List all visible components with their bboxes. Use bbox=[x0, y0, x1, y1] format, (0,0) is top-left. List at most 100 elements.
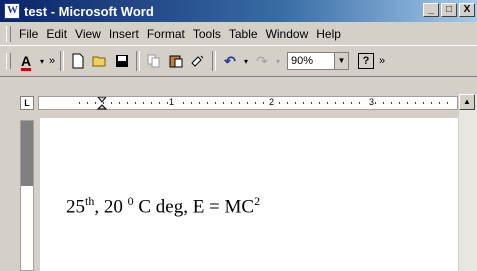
word-app-icon[interactable] bbox=[4, 3, 20, 19]
undo-button[interactable]: ↶ bbox=[219, 50, 241, 72]
ruler-row: L 1 2 3 bbox=[0, 94, 477, 114]
window-title: test - Microsoft Word bbox=[24, 3, 154, 19]
ruler-tick bbox=[95, 102, 96, 104]
save-button[interactable] bbox=[111, 50, 133, 72]
copy-button[interactable] bbox=[143, 50, 165, 72]
ruler-tick bbox=[223, 102, 224, 104]
redo-button[interactable]: ↷ bbox=[251, 50, 273, 72]
vertical-ruler[interactable] bbox=[20, 120, 34, 271]
redo-icon: ↷ bbox=[256, 52, 268, 69]
paste-icon bbox=[169, 55, 183, 68]
ruler-tick bbox=[423, 102, 424, 104]
ruler-tick bbox=[447, 102, 448, 104]
ruler-tick bbox=[343, 102, 344, 104]
ruler-tick bbox=[151, 102, 152, 104]
indent-marker-icon[interactable] bbox=[97, 97, 107, 111]
text-middle: , 20 bbox=[94, 196, 128, 218]
font-color-dropdown[interactable]: ▾ bbox=[37, 50, 47, 72]
open-button[interactable] bbox=[89, 50, 111, 72]
zoom-value: 90% bbox=[291, 55, 314, 67]
format-painter-icon bbox=[191, 55, 204, 67]
menu-edit[interactable]: Edit bbox=[42, 27, 71, 41]
zoom-dropdown-arrow[interactable]: ▼ bbox=[334, 53, 348, 69]
menu-grip[interactable] bbox=[6, 26, 11, 42]
undo-dropdown[interactable]: ▾ bbox=[241, 50, 251, 72]
font-color-button[interactable]: A bbox=[15, 50, 37, 72]
ruler-tick bbox=[143, 102, 144, 104]
horizontal-ruler[interactable]: 1 2 3 bbox=[38, 96, 458, 110]
paste-button[interactable] bbox=[165, 50, 187, 72]
minimize-button[interactable]: _ bbox=[423, 3, 439, 17]
ruler-tick bbox=[79, 102, 80, 104]
menu-table[interactable]: Table bbox=[225, 27, 262, 41]
redo-dropdown[interactable]: ▾ bbox=[273, 50, 283, 72]
maximize-button[interactable]: □ bbox=[441, 3, 457, 17]
ruler-tick bbox=[255, 102, 256, 104]
ruler-tick bbox=[127, 102, 128, 104]
ruler-tick bbox=[159, 102, 160, 104]
menu-tools[interactable]: Tools bbox=[189, 27, 225, 41]
ruler-tick bbox=[327, 102, 328, 104]
ruler-tick bbox=[199, 102, 200, 104]
ruler-tick bbox=[239, 102, 240, 104]
menu-insert[interactable]: Insert bbox=[105, 27, 143, 41]
ruler-tick bbox=[351, 102, 352, 104]
ruler-tick bbox=[319, 102, 320, 104]
ruler-tick bbox=[87, 102, 88, 104]
ruler-tick bbox=[383, 102, 384, 104]
menu-view[interactable]: View bbox=[71, 27, 105, 41]
ruler-tick bbox=[391, 102, 392, 104]
vertical-ruler-margin bbox=[21, 121, 33, 186]
superscript-th: th bbox=[85, 194, 95, 208]
undo-icon: ↶ bbox=[224, 52, 236, 69]
toolbar-more-left[interactable]: » bbox=[47, 50, 57, 72]
ruler-tick bbox=[215, 102, 216, 104]
help-icon: ? bbox=[358, 53, 374, 69]
new-document-icon bbox=[72, 53, 84, 69]
ruler-tick bbox=[279, 102, 280, 104]
ruler-tick bbox=[311, 102, 312, 104]
zoom-combobox[interactable]: 90% ▼ bbox=[287, 52, 349, 70]
new-document-button[interactable] bbox=[67, 50, 89, 72]
document-page[interactable]: 25th, 20 0 C deg, E = MC2 bbox=[40, 118, 458, 271]
toolbar-more-right[interactable]: » bbox=[377, 50, 387, 72]
format-painter-button[interactable] bbox=[187, 50, 209, 72]
ruler-number: 2 bbox=[269, 97, 275, 107]
ruler-tick bbox=[119, 102, 120, 104]
ruler-tick bbox=[231, 102, 232, 104]
ruler-tick bbox=[303, 102, 304, 104]
ruler-tick bbox=[167, 102, 168, 104]
ruler-tick bbox=[111, 102, 112, 104]
document-text[interactable]: 25th, 20 0 C deg, E = MC2 bbox=[66, 194, 260, 218]
ruler-tick bbox=[207, 102, 208, 104]
ruler-tick bbox=[359, 102, 360, 104]
ruler-tick bbox=[263, 102, 264, 104]
ruler-tick bbox=[375, 102, 376, 104]
menu-file[interactable]: File bbox=[15, 27, 42, 41]
help-button[interactable]: ? bbox=[355, 50, 377, 72]
text-equation: C deg, E = MC bbox=[133, 196, 255, 218]
font-color-icon: A bbox=[20, 53, 32, 69]
close-button[interactable]: X bbox=[459, 3, 475, 17]
scroll-up-button[interactable]: ▲ bbox=[459, 94, 475, 110]
toolbar-separator bbox=[212, 51, 216, 71]
ruler-tick bbox=[415, 102, 416, 104]
menu-format[interactable]: Format bbox=[143, 27, 189, 41]
save-icon bbox=[116, 55, 128, 67]
tab-selector[interactable]: L bbox=[20, 96, 34, 110]
ruler-number: 1 bbox=[169, 97, 175, 107]
text-number: 25 bbox=[66, 196, 85, 218]
ruler-tick bbox=[399, 102, 400, 104]
menu-window[interactable]: Window bbox=[262, 27, 313, 41]
ruler-tick bbox=[191, 102, 192, 104]
toolbar-grip[interactable] bbox=[6, 53, 11, 69]
copy-icon bbox=[147, 54, 160, 68]
ruler-number: 3 bbox=[369, 97, 375, 107]
superscript-squared: 2 bbox=[254, 194, 261, 208]
menu-help[interactable]: Help bbox=[312, 27, 345, 41]
title-bar[interactable]: test - Microsoft Word _ □ X bbox=[0, 0, 477, 22]
vertical-scrollbar[interactable]: ▲ bbox=[459, 94, 477, 271]
ruler-tick bbox=[431, 102, 432, 104]
ruler-tick bbox=[407, 102, 408, 104]
toolbar-separator bbox=[136, 51, 140, 71]
